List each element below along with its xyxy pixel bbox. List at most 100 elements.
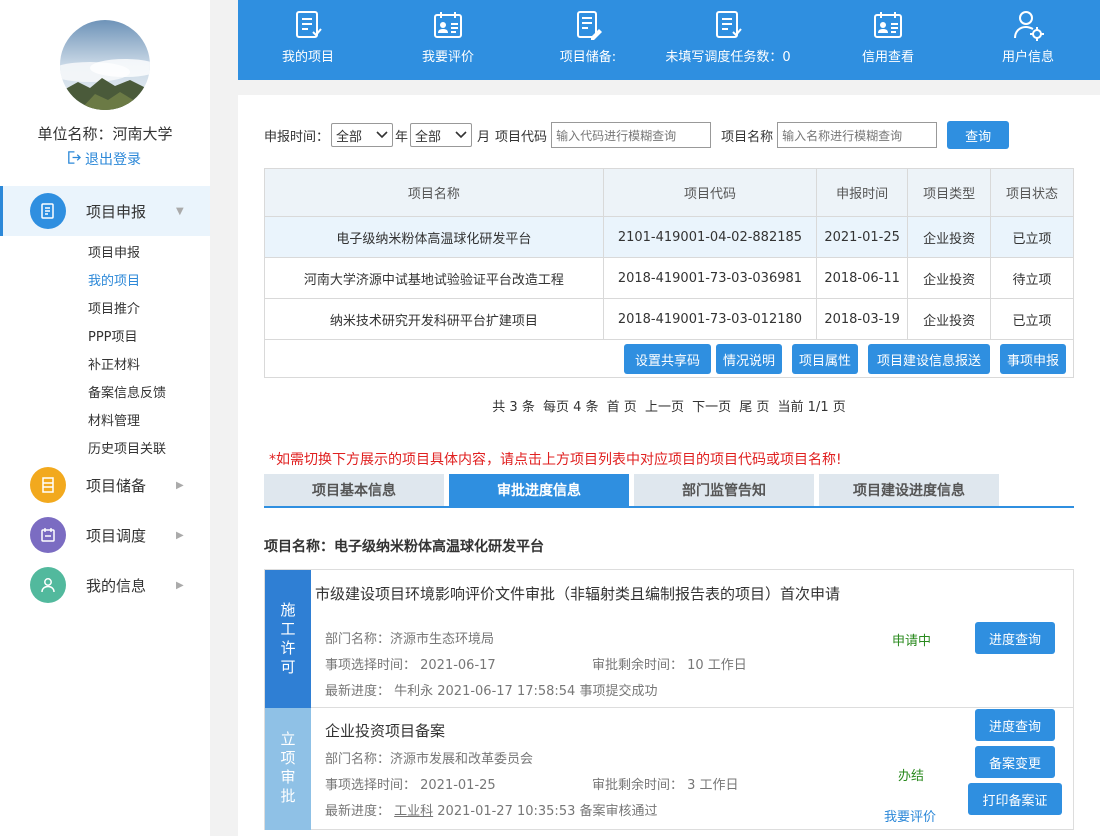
set-share-code-button[interactable]: 设置共享码: [624, 344, 711, 374]
project-name-cell[interactable]: 河南大学济源中试基地试验验证平台改造工程: [264, 257, 604, 299]
latest-progress: 最新进度： 牛利永 2021-06-17 17:58:54 事项提交成功: [325, 684, 658, 699]
project-attributes-button[interactable]: 项目属性: [792, 344, 858, 374]
construction-info-report-button[interactable]: 项目建设信息报送: [868, 344, 990, 374]
toolbar-label: 我要评价: [421, 50, 474, 65]
project-name-cell[interactable]: 纳米技术研究开发科研平台扩建项目: [264, 298, 604, 340]
project-code-cell[interactable]: 2018-419001-73-03-036981: [602, 257, 818, 299]
year-select[interactable]: 全部: [331, 123, 394, 147]
type-cell: 企业投资: [907, 257, 992, 299]
table-header-row: 项目名称 项目代码 申报时间 项目类型 项目状态: [264, 168, 1074, 217]
logout-icon: [66, 150, 81, 169]
status-badge: 办结: [898, 769, 925, 784]
month-unit: 月: [477, 129, 491, 145]
time-label: 申报时间：: [264, 129, 330, 145]
sub-item-ppp[interactable]: PPP项目: [88, 326, 138, 345]
code-search-input[interactable]: 输入代码进行模糊查询: [551, 122, 712, 148]
nav-label: 我的信息: [86, 576, 147, 595]
progress-query-button[interactable]: 进度查询: [975, 622, 1055, 654]
pager-current: 当前 1/1 页: [777, 400, 846, 415]
print-filing-certificate-button[interactable]: 打印备案证: [968, 783, 1062, 815]
sub-item-project-declare[interactable]: 项目申报: [88, 242, 140, 261]
name-search-input[interactable]: 输入名称进行模糊查询: [777, 122, 938, 148]
project-name-cell[interactable]: 电子级纳米粉体高温球化研发平台: [264, 216, 604, 258]
column-header: 项目状态: [990, 168, 1074, 217]
toolbar-credit[interactable]: 信用查看: [818, 8, 958, 65]
chevron-right-icon: ▶: [176, 529, 184, 541]
nav-project-declare[interactable]: 项目申报 ▼: [0, 186, 210, 236]
sub-item-project-promotion[interactable]: 项目推介: [88, 298, 140, 317]
query-button[interactable]: 查询: [947, 121, 1010, 149]
name-label: 项目名称: [721, 129, 774, 145]
progress-query-button[interactable]: 进度查询: [975, 709, 1055, 741]
project-code-cell[interactable]: 2101-419001-04-02-882185: [602, 216, 818, 258]
item-declare-button[interactable]: 事项申报: [1000, 344, 1066, 374]
toolbar-project-reserve[interactable]: 项目储备:: [518, 8, 658, 65]
toolbar-label: 我的项目: [281, 50, 334, 65]
pager-prev[interactable]: 上一页: [645, 400, 684, 415]
date-cell: 2021-01-25: [816, 216, 909, 258]
logout-label: 退出登录: [85, 152, 141, 168]
checklist-icon: [716, 11, 742, 38]
toolbar-label: 项目储备:: [559, 50, 617, 65]
pager-per-page: 每页 4 条: [542, 400, 599, 415]
sub-item-material-management[interactable]: 材料管理: [88, 410, 140, 429]
stage-title: 市级建设项目环境影响评价文件审批（非辐射类且编制报告表的项目）首次申请: [315, 585, 841, 603]
tab-approval-progress[interactable]: 审批进度信息: [449, 474, 629, 506]
evaluate-link[interactable]: 我要评价: [884, 806, 936, 825]
toolbar-user-info[interactable]: 用户信息: [958, 8, 1098, 65]
logout-link[interactable]: 退出登录: [66, 149, 141, 169]
nav-label: 项目申报: [86, 202, 147, 221]
column-header: 项目名称: [264, 168, 604, 217]
main-panel: 申报时间： 全部 年 全部 月 项目代码 输入代码进行模糊查询 项目名称 输入名…: [238, 95, 1100, 836]
code-label: 项目代码: [495, 129, 548, 145]
toolbar-label: 用户信息: [1001, 50, 1054, 65]
sub-item-filing-feedback[interactable]: 备案信息反馈: [88, 382, 166, 401]
table-row[interactable]: 河南大学济源中试基地试验验证平台改造工程 2018-419001-73-03-0…: [264, 257, 1074, 299]
status-badge: 申请中: [892, 634, 932, 649]
toolbar-evaluate[interactable]: 我要评价: [378, 8, 518, 65]
tab-construction-progress[interactable]: 项目建设进度信息: [819, 474, 999, 506]
tab-department-notice[interactable]: 部门监管告知: [634, 474, 814, 506]
type-cell: 企业投资: [907, 298, 992, 340]
user-icon: [30, 567, 66, 603]
table-row[interactable]: 电子级纳米粉体高温球化研发平台 2101-419001-04-02-882185…: [264, 216, 1074, 258]
month-select-value: 全部: [415, 129, 442, 145]
tab-basic-info[interactable]: 项目基本信息: [264, 474, 444, 506]
document-icon: [30, 193, 66, 229]
month-select[interactable]: 全部: [410, 123, 473, 147]
sub-item-my-projects[interactable]: 我的项目: [88, 270, 140, 289]
detail-tabs: 项目基本信息 审批进度信息 部门监管告知 项目建设进度信息: [264, 474, 1074, 508]
chevron-right-icon: ▶: [176, 479, 184, 491]
stage-title: 企业投资项目备案: [325, 722, 446, 740]
nav-label: 项目调度: [86, 526, 147, 545]
progress-operator-link[interactable]: 工业科: [394, 804, 433, 819]
filing-change-button[interactable]: 备案变更: [975, 746, 1055, 778]
latest-progress: 最新进度： 工业科 2021-01-27 10:35:53 备案审核通过: [325, 800, 658, 819]
pager-last[interactable]: 尾 页: [739, 400, 769, 415]
pager-total: 共 3 条: [492, 400, 535, 415]
pager-first[interactable]: 首 页: [607, 400, 637, 415]
nav-project-reserve[interactable]: 项目储备 ▶: [0, 460, 210, 510]
chevron-down-icon: [455, 128, 467, 143]
document-edit-icon: [577, 11, 602, 40]
sidebar: 单位名称：河南大学 退出登录 项目申报 ▼ 项目申报 我的项目 项目推介 PPP…: [0, 0, 210, 836]
stage-project-approval: 立项审批 企业投资项目备案 部门名称：济源市发展和改革委员会 事项选择时间： 2…: [264, 708, 1074, 830]
remaining-time: 审批剩余时间： 10 工作日: [592, 658, 747, 673]
sub-item-supplement[interactable]: 补正材料: [88, 354, 140, 373]
toolbar-unfilled-tasks[interactable]: 未填写调度任务数：0: [658, 8, 798, 65]
user-settings-icon: [1014, 11, 1044, 41]
toolbar-my-projects[interactable]: 我的项目: [238, 8, 378, 65]
table-row[interactable]: 纳米技术研究开发科研平台扩建项目 2018-419001-73-03-01218…: [264, 298, 1074, 340]
nav-my-info[interactable]: 我的信息 ▶: [0, 560, 210, 610]
chevron-down-icon: [376, 128, 388, 143]
sub-item-history-link[interactable]: 历史项目关联: [88, 438, 166, 457]
search-bar: 申报时间： 全部 年 全部 月 项目代码 输入代码进行模糊查询 项目名称 输入名…: [264, 121, 1010, 149]
select-time: 事项选择时间： 2021-01-25: [325, 778, 496, 793]
pager-next[interactable]: 下一页: [692, 400, 731, 415]
column-header: 申报时间: [816, 168, 909, 217]
nav-project-schedule[interactable]: 项目调度 ▶: [0, 510, 210, 560]
situation-explain-button[interactable]: 情况说明: [716, 344, 782, 374]
year-unit: 年: [395, 129, 409, 145]
project-code-cell[interactable]: 2018-419001-73-03-012180: [602, 298, 818, 340]
progress-prefix: 最新进度：: [325, 804, 395, 819]
